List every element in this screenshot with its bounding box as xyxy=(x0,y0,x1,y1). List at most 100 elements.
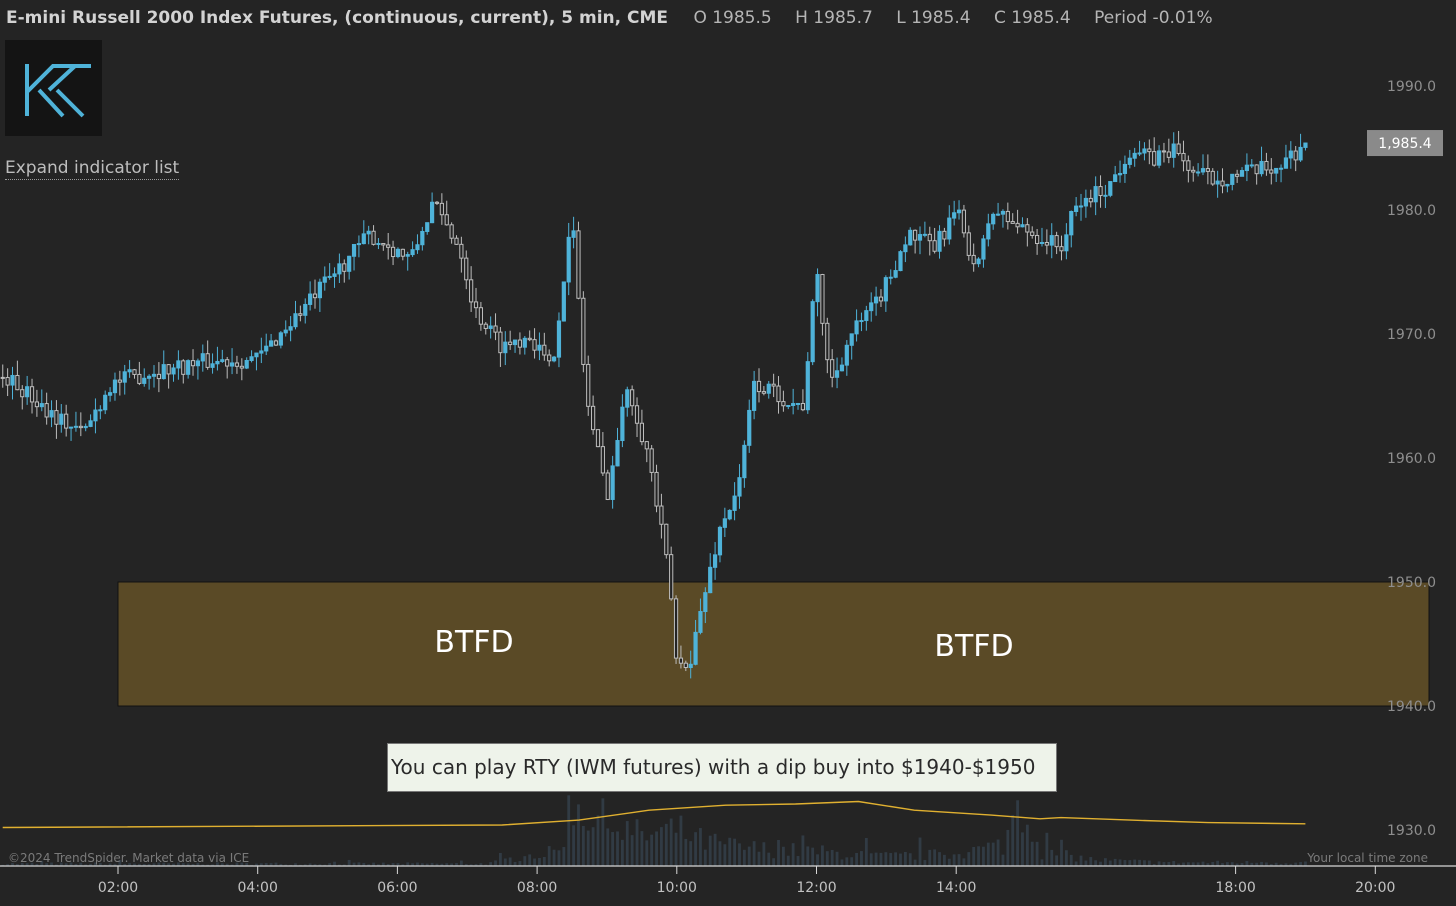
candle-up xyxy=(815,274,820,303)
ohlc-low: L 1985.4 xyxy=(896,8,971,28)
volume-bar xyxy=(581,825,585,866)
candle-down xyxy=(1059,246,1064,252)
volume-bar xyxy=(1069,854,1073,866)
candle-up xyxy=(703,592,708,613)
candle-down xyxy=(644,441,649,450)
volume-bar xyxy=(947,858,951,866)
candle-up xyxy=(112,379,118,394)
candle-up xyxy=(1274,167,1279,174)
volume-bar xyxy=(674,832,678,866)
volume-bar xyxy=(1118,859,1122,866)
candle-up xyxy=(356,243,362,246)
candle-up xyxy=(956,209,962,214)
candle-down xyxy=(966,232,971,256)
candle-up xyxy=(566,236,571,283)
volume-bar xyxy=(518,861,522,866)
candle-up xyxy=(161,364,166,380)
volume-bar xyxy=(1245,861,1249,866)
candle-down xyxy=(630,389,635,407)
volume-bar xyxy=(625,821,629,866)
candle-down xyxy=(273,340,279,346)
x-tick-label: 12:00 xyxy=(796,880,836,896)
candle-up xyxy=(1039,242,1045,245)
candle-up xyxy=(220,359,225,362)
candle-up xyxy=(39,403,44,408)
candle-up xyxy=(786,404,791,407)
candle-down xyxy=(1152,151,1157,166)
volume-bar xyxy=(1104,858,1107,866)
candle-down xyxy=(600,446,605,474)
volume-bar xyxy=(1094,860,1098,866)
candle-up xyxy=(1132,152,1137,159)
candle-down xyxy=(673,598,679,659)
candle-up xyxy=(254,352,259,358)
volume-bar xyxy=(586,830,590,866)
candle-down xyxy=(547,354,552,362)
candle-down xyxy=(498,331,503,354)
candle-down xyxy=(591,405,596,431)
volume-bar xyxy=(1040,859,1044,866)
trade-note: You can play RTY (IWM futures) with a di… xyxy=(387,743,1057,792)
candle-up xyxy=(615,440,620,467)
candle-down xyxy=(1186,160,1191,171)
ohlc-open: O 1985.5 xyxy=(693,8,772,28)
candle-down xyxy=(312,293,318,299)
volume-bar xyxy=(679,815,683,866)
volume-bar xyxy=(494,860,497,866)
candle-up xyxy=(288,326,293,331)
volume-bar xyxy=(982,846,985,866)
volume-bar xyxy=(1079,855,1083,866)
candle-up xyxy=(903,244,908,253)
volume-bar xyxy=(967,852,971,866)
candle-down xyxy=(517,339,523,348)
volume-bar xyxy=(723,844,727,866)
x-tick-label: 18:00 xyxy=(1215,880,1255,896)
candle-up xyxy=(795,402,801,405)
x-tick-label: 08:00 xyxy=(517,880,557,896)
candle-down xyxy=(381,243,386,246)
candle-up xyxy=(937,230,942,252)
volume-bar xyxy=(1172,861,1176,866)
candle-up xyxy=(1020,224,1025,228)
candle-down xyxy=(1044,242,1049,246)
volume-bar xyxy=(757,851,761,866)
candle-up xyxy=(278,332,283,346)
candle-down xyxy=(1210,170,1215,185)
candle-up xyxy=(98,409,103,412)
volume-bar xyxy=(655,831,658,866)
candle-up xyxy=(264,345,269,352)
volume-bar xyxy=(874,852,878,866)
volume-bar xyxy=(1167,861,1171,866)
candle-down xyxy=(464,257,469,281)
volume-bar xyxy=(708,835,712,866)
volume-bar xyxy=(718,841,722,866)
candle-up xyxy=(410,249,415,256)
volume-bar xyxy=(830,849,834,866)
candle-down xyxy=(390,246,396,258)
volume-bar xyxy=(459,860,463,866)
volume-bar xyxy=(869,853,873,866)
candle-down xyxy=(1147,148,1152,153)
candle-down xyxy=(1269,169,1274,174)
candle-down xyxy=(659,505,664,525)
volume-bar xyxy=(1128,860,1132,866)
candle-down xyxy=(639,422,645,443)
candle-up xyxy=(327,275,332,278)
candle-up xyxy=(766,383,771,394)
candle-down xyxy=(1054,235,1059,248)
volume-bar xyxy=(1030,841,1034,866)
candle-down xyxy=(932,240,937,252)
volume-bar xyxy=(825,851,829,866)
candle-up xyxy=(625,389,630,408)
timezone-label[interactable]: Your local time zone xyxy=(1306,851,1428,865)
candle-up xyxy=(1113,174,1118,183)
last-price-label: 1,985.4 xyxy=(1378,136,1432,152)
candle-up xyxy=(229,362,235,367)
expand-indicator-list-link[interactable]: Expand indicator list xyxy=(5,157,180,180)
candle-up xyxy=(1083,197,1088,207)
candle-up xyxy=(10,374,15,386)
candle-up xyxy=(1093,186,1098,203)
candle-down xyxy=(469,279,474,303)
candle-down xyxy=(444,214,449,226)
candle-down xyxy=(1254,164,1259,175)
